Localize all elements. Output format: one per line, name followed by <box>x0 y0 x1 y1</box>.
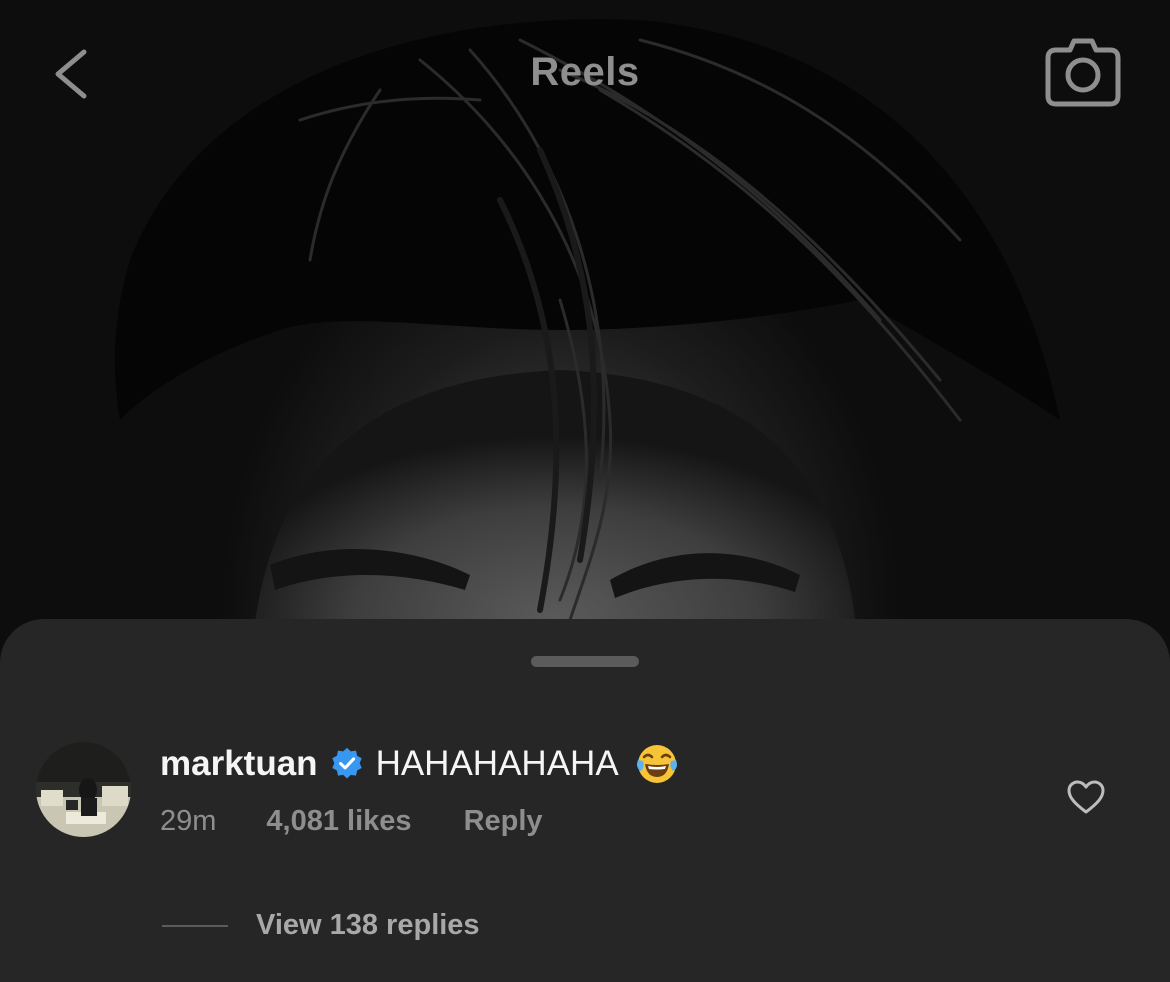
sheet-drag-handle[interactable] <box>531 656 639 667</box>
view-replies-label: View 138 replies <box>256 909 480 941</box>
face-with-tears-of-joy-icon <box>636 745 677 783</box>
top-bar: Reels <box>0 0 1170 150</box>
comment-meta: 29m 4,081 likes Reply <box>160 805 543 838</box>
heart-outline-icon <box>1067 780 1105 814</box>
comment-time: 29m <box>160 805 217 837</box>
comment-likes-count[interactable]: 4,081 likes <box>266 805 411 838</box>
reply-button[interactable]: Reply <box>464 805 543 838</box>
verified-badge-icon <box>331 747 362 779</box>
like-comment-button[interactable] <box>1066 779 1106 815</box>
view-replies-button[interactable]: View 138 replies <box>162 909 480 942</box>
comment-text: HAHAHAHAHA <box>375 744 619 783</box>
reels-screen: Reels marktuan HAHAHAHAHA 29m 4,081 like… <box>0 0 1170 982</box>
replies-divider <box>162 924 228 927</box>
camera-icon <box>1045 38 1121 107</box>
avatar[interactable] <box>36 742 131 837</box>
camera-button[interactable] <box>1044 36 1122 108</box>
avatar-image <box>36 742 131 837</box>
comment-username[interactable]: marktuan <box>160 744 318 784</box>
comment-line: marktuan HAHAHAHAHA <box>160 741 679 787</box>
comments-sheet: marktuan HAHAHAHAHA 29m 4,081 likes Repl… <box>0 619 1170 982</box>
page-title: Reels <box>530 50 640 94</box>
